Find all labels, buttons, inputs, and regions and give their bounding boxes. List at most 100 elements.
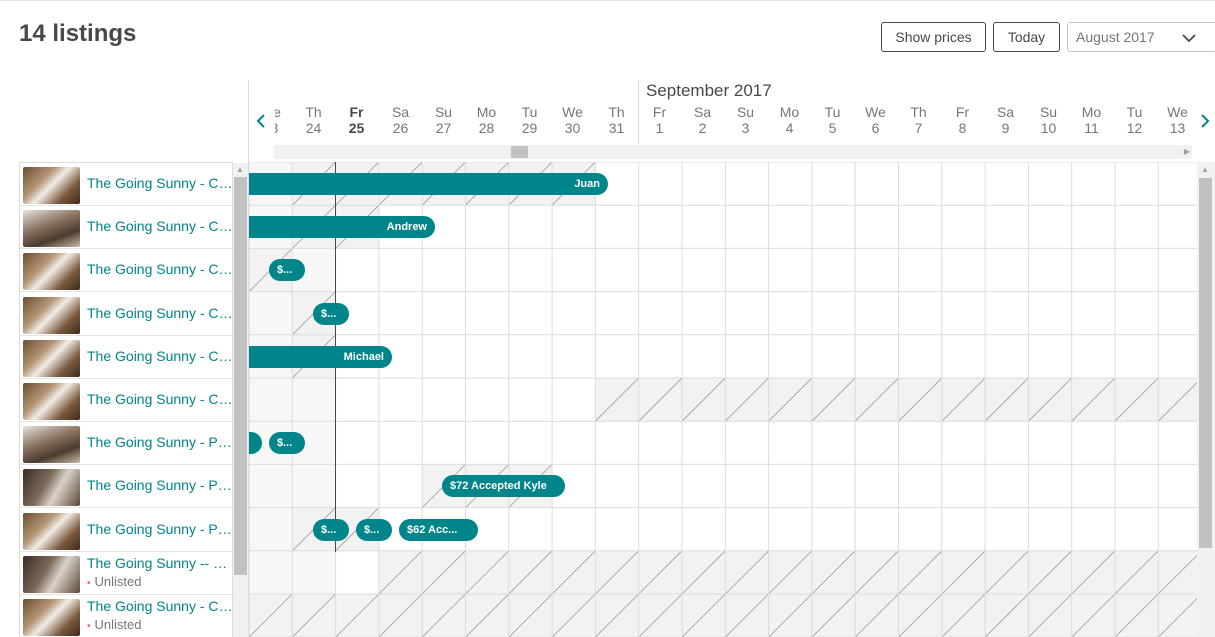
listing-thumbnail[interactable]	[23, 210, 80, 248]
day-number: 10	[1040, 120, 1057, 136]
day-header-1: Fr 1	[638, 104, 681, 136]
scroll-up-arrow-icon[interactable]: ▲	[1201, 165, 1209, 174]
day-of-week: Su	[736, 104, 755, 120]
listing-row[interactable]: The Going Sunny - Co... • Unlisted	[20, 595, 234, 637]
reservation-pill[interactable]: $...	[269, 259, 305, 282]
unlisted-status: • Unlisted	[87, 617, 141, 632]
listing-thumbnail[interactable]	[23, 296, 80, 334]
listing-row[interactable]: The Going Sunny - Pri...	[20, 422, 234, 466]
day-number: 4	[785, 120, 794, 136]
reservation-pill[interactable]: $...	[356, 518, 392, 541]
reservation-pill[interactable]: $72 Accepted Kyle	[442, 475, 565, 498]
listing-row[interactable]: The Going Sunny - Pri...	[20, 509, 234, 552]
reservation-pill[interactable]: $...	[313, 302, 349, 325]
listing-row[interactable]: The Going Sunny - Co...	[20, 379, 234, 422]
listing-row[interactable]: The Going Sunny - Co...	[20, 293, 234, 336]
chevron-right-icon[interactable]	[1198, 112, 1212, 130]
listing-row[interactable]: The Going Sunny - Co...	[20, 249, 234, 293]
day-number: 13	[1169, 120, 1186, 136]
listing-name-link[interactable]: The Going Sunny - Pri...	[87, 477, 233, 493]
day-number: 24	[305, 120, 322, 136]
day-of-week: Tu	[521, 104, 538, 120]
day-of-week: Tu	[824, 104, 841, 120]
calendar-scrollbar[interactable]: ▲	[1197, 162, 1215, 637]
listings-scrollbar[interactable]: ▲	[233, 163, 248, 637]
show-prices-button[interactable]: Show prices	[881, 22, 986, 52]
listing-row[interactable]: The Going Sunny - Co...	[20, 163, 234, 206]
day-header-2: Sa 2	[681, 104, 724, 136]
calendar-grid: Juan Andrew $... $... Michael $... $72 Accepte…	[249, 162, 1197, 637]
listing-row[interactable]: The Going Sunny -- Sp... • Unlisted	[20, 552, 234, 595]
reservation-pill[interactable]: $...	[269, 432, 305, 455]
day-of-week: Mo	[1081, 104, 1102, 120]
listing-thumbnail[interactable]	[23, 469, 80, 507]
day-of-week: We	[1167, 104, 1188, 120]
day-header-8: Fr 8	[941, 104, 984, 136]
listing-row[interactable]: The Going Sunny - Pri...	[20, 465, 234, 509]
listing-thumbnail[interactable]	[23, 555, 80, 593]
unlisted-label: Unlisted	[94, 617, 142, 632]
day-of-week: Sa	[693, 104, 712, 120]
scroll-right-arrow-icon[interactable]: ▶	[1184, 147, 1190, 156]
chevron-left-icon[interactable]	[254, 112, 268, 130]
day-number: 5	[828, 120, 837, 136]
day-number: 9	[1001, 120, 1010, 136]
month-label: September 2017	[646, 81, 772, 100]
reservation-label: Andrew	[386, 221, 427, 234]
listing-row[interactable]: The Going Sunny - Co...	[20, 336, 234, 379]
listing-thumbnail[interactable]	[23, 167, 80, 204]
reservation-pill[interactable]: Juan	[249, 173, 608, 195]
blocked-day-cell	[1158, 550, 1197, 594]
day-header-12: Tu 12	[1113, 104, 1156, 136]
page-title: 14 listings	[19, 20, 137, 47]
listing-name-link[interactable]: The Going Sunny - Co...	[87, 175, 233, 191]
day-header-4: Mo 4	[768, 104, 811, 136]
month-select-value: August 2017	[1076, 29, 1155, 45]
day-header-26: Sa 26	[379, 104, 422, 136]
calendar-scrollbar-thumb[interactable]	[1199, 178, 1212, 548]
listing-thumbnail[interactable]	[23, 383, 80, 420]
listing-name-link[interactable]: The Going Sunny - Co...	[87, 261, 233, 277]
day-header-3: Su 3	[724, 104, 767, 136]
day-of-week: Tu	[1126, 104, 1143, 120]
listing-name-link[interactable]: The Going Sunny - Co...	[87, 305, 233, 321]
status-dot-icon: •	[87, 577, 91, 589]
listing-name-link[interactable]: The Going Sunny - Pri...	[87, 434, 233, 450]
scroll-up-arrow-icon[interactable]: ▲	[236, 165, 244, 174]
horizontal-scrollbar[interactable]: ▶	[274, 145, 1192, 159]
listing-name-link[interactable]: The Going Sunny - Co...	[87, 348, 233, 364]
listing-name-link[interactable]: The Going Sunny - Pri...	[87, 521, 233, 537]
reservation-pill[interactable]: Michael	[249, 345, 392, 368]
reservation-label: $...	[321, 307, 337, 320]
unlisted-status: • Unlisted	[87, 574, 141, 589]
listing-thumbnail[interactable]	[23, 339, 80, 377]
day-of-week: Fr	[652, 104, 667, 120]
reservation-pill[interactable]: $62 Acc...	[399, 518, 478, 541]
reservation-pill[interactable]: $...	[313, 518, 349, 541]
reservation-label: $...	[277, 264, 293, 277]
past-day-cell	[249, 291, 293, 335]
listing-name-link[interactable]: The Going Sunny - Co...	[87, 391, 233, 407]
day-of-week: We	[865, 104, 886, 120]
day-of-week: Mo	[476, 104, 497, 120]
blocked-day-cell	[1158, 594, 1197, 637]
today-button[interactable]: Today	[993, 22, 1060, 52]
listings-scrollbar-thumb[interactable]	[234, 177, 247, 575]
day-header-13: We 13	[1156, 104, 1199, 136]
reservation-label: $72 Accepted Kyle	[450, 480, 547, 493]
listing-thumbnail[interactable]	[23, 599, 80, 636]
listing-thumbnail[interactable]	[23, 512, 80, 550]
listing-thumbnail[interactable]	[23, 253, 80, 291]
horizontal-scrollbar-thumb[interactable]	[511, 146, 528, 158]
listing-row[interactable]: The Going Sunny - Co...	[20, 206, 234, 250]
day-header-31: Th 31	[595, 104, 638, 136]
day-number: 28	[478, 120, 495, 136]
listing-name-link[interactable]: The Going Sunny -- Sp...	[87, 555, 233, 571]
listing-name-link[interactable]: The Going Sunny - Co...	[87, 598, 233, 614]
month-select[interactable]: August 2017	[1067, 22, 1215, 52]
day-number: 3	[741, 120, 750, 136]
reservation-label: $62 Acc...	[407, 523, 458, 536]
listing-thumbnail[interactable]	[23, 426, 80, 464]
listing-name-link[interactable]: The Going Sunny - Co...	[87, 218, 233, 234]
reservation-pill[interactable]: Andrew	[249, 216, 435, 239]
